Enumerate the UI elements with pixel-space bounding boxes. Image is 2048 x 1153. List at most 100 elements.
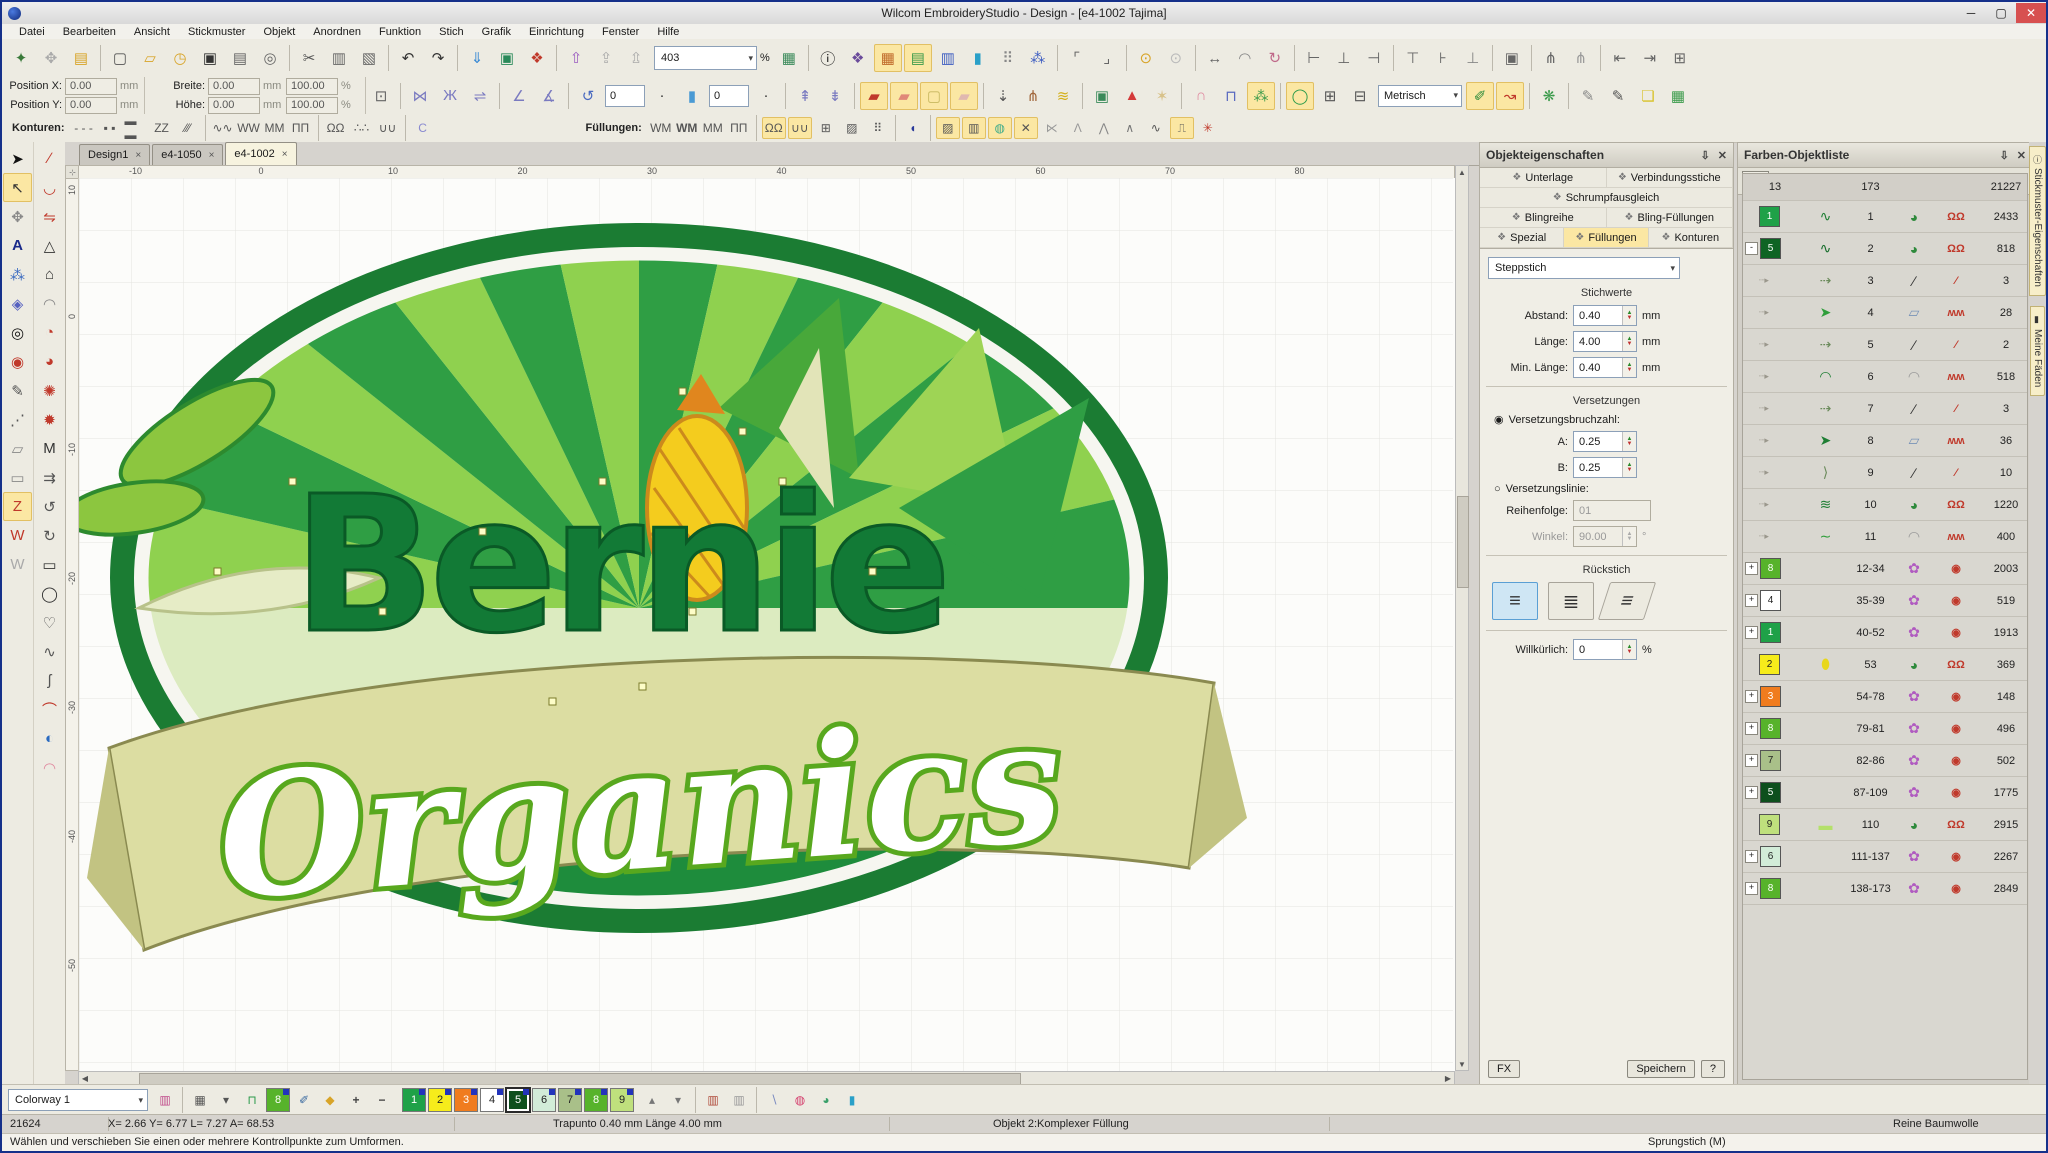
zigzag-fill-icon[interactable]: ΠΠ — [727, 117, 751, 139]
satin-raised-icon[interactable]: WW — [237, 117, 261, 139]
stitch-type-select[interactable]: Steppstich ▾ — [1488, 257, 1680, 279]
pos-y-field[interactable]: 0.00 — [65, 97, 117, 114]
menu-objekt[interactable]: Objekt — [254, 24, 304, 39]
motif-fill-icon[interactable]: ⠿ — [866, 117, 890, 139]
star-fill-icon[interactable]: ✕ — [1014, 117, 1038, 139]
object-row[interactable]: +354-78✿◉148 — [1743, 681, 2027, 713]
basic-shapes-tool[interactable]: ♡ — [35, 608, 64, 637]
color-chip[interactable]: 8 — [1760, 718, 1781, 739]
color-chip[interactable]: 3 — [1760, 686, 1781, 707]
unlock-icon[interactable]: ⊙ — [1162, 44, 1190, 72]
flexi-split-icon[interactable]: ▨ — [840, 117, 864, 139]
open-shape-tool[interactable]: △ — [35, 231, 64, 260]
unbranch-icon[interactable]: ⋔ — [1567, 44, 1595, 72]
lettering-tool[interactable]: A — [3, 231, 32, 260]
pencil-icon[interactable]: ✎ — [1574, 82, 1602, 110]
object-row[interactable]: +6111-137✿◉2267 — [1743, 841, 2027, 873]
tab-close-icon[interactable]: × — [135, 150, 141, 161]
color-bars-icon[interactable]: ▥ — [934, 44, 962, 72]
help-button[interactable]: ? — [1701, 1060, 1725, 1078]
team-names-tool[interactable]: ⁂ — [3, 260, 32, 289]
tatami-swatch-icon[interactable]: ▰ — [890, 82, 918, 110]
object-row[interactable]: ┈▸∼11◠ʍʍ400 — [1743, 521, 2027, 553]
group-icon[interactable]: ▣ — [1498, 44, 1526, 72]
cross-stitch-icon[interactable]: ▨ — [936, 117, 960, 139]
curve-digitize-tool[interactable]: ◡ — [35, 173, 64, 202]
picture-icon[interactable]: ▣ — [1088, 82, 1116, 110]
insert-artwork-icon[interactable]: ❖ — [523, 44, 551, 72]
portfolio-icon[interactable]: ▤ — [67, 44, 95, 72]
grid-options-icon[interactable]: ⊟ — [1346, 82, 1374, 110]
square-run-icon[interactable]: ∪∪ — [376, 117, 400, 139]
degree-dot[interactable]: · — [648, 82, 676, 110]
print-icon[interactable]: ▤ — [226, 44, 254, 72]
star-fill-tool[interactable]: ✺ — [35, 376, 64, 405]
pen-measure-icon[interactable]: ✐ — [1466, 82, 1494, 110]
skew-v-icon[interactable]: ∡ — [535, 82, 563, 110]
hoop-icon[interactable]: ◯ — [1286, 82, 1314, 110]
flower-export-icon[interactable]: ❋ — [1535, 82, 1563, 110]
object-row[interactable]: +879-81✿◉496 — [1743, 713, 2027, 745]
transform-tool[interactable]: ✥ — [3, 202, 32, 231]
align-top-icon[interactable]: ⊤ — [1399, 44, 1427, 72]
menu-stickmuster[interactable]: Stickmuster — [179, 24, 254, 39]
fish-motif-icon[interactable]: ≋ — [1049, 82, 1077, 110]
measure-units-select[interactable]: Metrisch▾ — [1378, 85, 1462, 107]
willkuerlich-field[interactable]: 0▲▼ — [1573, 639, 1637, 660]
object-row[interactable]: ┈▸≋10◕ΩΩ1220 — [1743, 489, 2027, 521]
palette-chip-3[interactable]: 3 — [454, 1088, 478, 1112]
object-row[interactable]: ┈▸◠6◠ʍʍ518 — [1743, 361, 2027, 393]
docked-tab-meine-f-den[interactable]: ▮Meine Fäden — [2030, 306, 2045, 396]
star-shape-icon[interactable]: ✶ — [1148, 82, 1176, 110]
mirror-tool[interactable]: ⇋ — [35, 202, 64, 231]
shape-gray-tool[interactable]: ▭ — [3, 463, 32, 492]
align-middle-icon[interactable]: ⊦ — [1429, 44, 1457, 72]
document-tab-design1[interactable]: Design1× — [79, 144, 150, 165]
scroll-down-icon[interactable]: ▼ — [1456, 1058, 1468, 1070]
color-chip[interactable]: 9 — [1759, 814, 1780, 835]
remove-color-icon[interactable]: − — [370, 1089, 394, 1111]
arc-measure-icon[interactable]: ↝ — [1496, 82, 1524, 110]
scale-y-field[interactable]: 100.00 — [286, 97, 338, 114]
design-canvas[interactable]: Bernie Organics — [78, 178, 1455, 1071]
swatch-pair-icon[interactable]: ❏ — [1634, 82, 1662, 110]
close-icon[interactable]: ✕ — [1718, 149, 1727, 162]
palette-strip-icon[interactable]: ▥ — [153, 1089, 177, 1111]
object-row[interactable]: ┈▸⟩9∕⁄10 — [1743, 457, 2027, 489]
open-design-icon[interactable]: ▱ — [136, 44, 164, 72]
palette-chip-8[interactable]: 8 — [584, 1088, 608, 1112]
properties-tab-schrumpfausgleich[interactable]: ❖Schrumpfausgleich — [1480, 188, 1733, 207]
rueckstich-linie-button[interactable]: ≣ — [1548, 582, 1594, 620]
ring-tool[interactable]: ◎ — [3, 318, 32, 347]
complex-fill-tool[interactable]: ◔ — [35, 318, 64, 347]
zigzag-select-tool[interactable]: W — [3, 521, 32, 550]
object-row[interactable]: +812-34✿◉2003 — [1743, 553, 2027, 585]
pen-tool[interactable]: ✎ — [3, 376, 32, 405]
align-left-icon[interactable]: ⊢ — [1300, 44, 1328, 72]
color-chip[interactable]: 5 — [1760, 238, 1781, 259]
color-grid-icon[interactable]: ▦ — [188, 1089, 212, 1111]
object-row[interactable]: +782-86✿◉502 — [1743, 745, 2027, 777]
shapes-icon[interactable]: ▲ — [1118, 82, 1146, 110]
freehand-closed-tool[interactable]: ʃ — [35, 666, 64, 695]
wheel-fill-tool[interactable]: ✹ — [35, 405, 64, 434]
open-recent-icon[interactable]: ◷ — [166, 44, 194, 72]
expand-icon[interactable]: + — [1745, 882, 1758, 895]
complex-turning-tool[interactable]: ◕ — [35, 347, 64, 376]
scroll-up-icon[interactable]: ▲ — [1456, 166, 1468, 178]
run-digitize-tool[interactable]: ∕ — [35, 144, 64, 173]
expand-icon[interactable]: + — [1745, 722, 1758, 735]
menu-anordnen[interactable]: Anordnen — [304, 24, 370, 39]
bridge-tool[interactable]: ⌒ — [35, 695, 64, 724]
palette-chip-2[interactable]: 2 — [428, 1088, 452, 1112]
rotate-figure-icon[interactable]: ↻ — [1261, 44, 1289, 72]
thread-spool-icon[interactable]: ▮ — [964, 44, 992, 72]
expand-icon[interactable]: + — [1745, 754, 1758, 767]
product-shirt-icon[interactable]: ⊓ — [240, 1089, 264, 1111]
properties-tab-füllungen[interactable]: ❖Füllungen — [1564, 228, 1648, 247]
ripple-fill-icon[interactable]: ∿ — [1144, 117, 1168, 139]
palette-chip-1[interactable]: 1 — [402, 1088, 426, 1112]
palette-chip-4[interactable]: 4 — [480, 1088, 504, 1112]
menu-einrichtung[interactable]: Einrichtung — [520, 24, 593, 39]
step-fill-icon[interactable]: ΩΩ — [762, 117, 786, 139]
